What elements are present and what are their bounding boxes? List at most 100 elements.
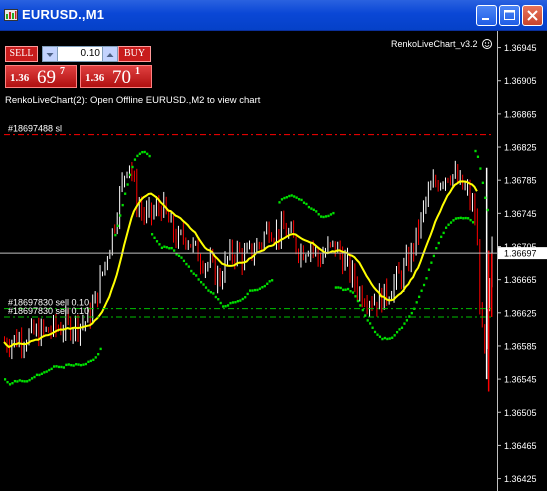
lot-decrease-button[interactable] <box>43 47 58 61</box>
trailing-stop-dot <box>62 366 65 369</box>
trailing-stop-dot <box>425 277 428 280</box>
trailing-stop-dot <box>4 378 7 381</box>
trailing-stop-dot <box>386 337 389 341</box>
trailing-stop-dot <box>405 319 408 322</box>
trailing-stop-dot <box>236 300 239 303</box>
bid-price-box[interactable]: 1.36 69 7 <box>5 65 77 88</box>
trailing-stop-dot <box>452 219 455 222</box>
trailing-stop-dot <box>396 330 399 334</box>
trailing-stop-dot <box>388 337 391 340</box>
trailing-stop-dot <box>8 383 12 386</box>
trailing-stop-dot <box>440 235 443 239</box>
trailing-stop-dot <box>207 289 210 292</box>
trailing-stop-dot <box>50 367 53 371</box>
trailing-stop-dot <box>349 290 352 293</box>
trailing-stop-dot <box>239 299 242 302</box>
trailing-stop-dot <box>430 261 433 264</box>
trailing-stop-dot <box>471 221 475 224</box>
trailing-stop-dot <box>65 363 68 367</box>
trailing-stop-dot <box>234 301 237 304</box>
close-button[interactable] <box>522 5 543 26</box>
lot-size-value: 0.10 <box>80 48 100 59</box>
trailing-stop-dot <box>75 363 78 366</box>
bid-prefix: 1.36 <box>10 72 30 84</box>
trailing-stop-dot <box>136 154 139 158</box>
trailing-stop-dot <box>195 274 198 277</box>
trailing-stop-dot <box>437 241 440 245</box>
trailing-stop-dot <box>182 259 186 263</box>
trailing-stop-dot <box>373 330 377 334</box>
ask-price-box[interactable]: 1.36 70 1 <box>80 65 152 88</box>
trailing-stop-dot <box>53 365 56 368</box>
trailing-stop-dot <box>391 336 394 339</box>
trailing-stop-dot <box>226 304 230 307</box>
trailing-stop-dot <box>310 207 313 210</box>
buy-button[interactable]: BUY <box>118 46 151 62</box>
trailing-stop-dot <box>60 365 63 369</box>
trailing-stop-dot <box>163 245 166 248</box>
trailing-stop-dot <box>315 210 318 213</box>
trailing-stop-dot <box>217 298 220 301</box>
trailing-stop-dot <box>204 286 208 289</box>
trailing-stop-dot <box>43 371 46 374</box>
trailing-stop-dot <box>307 205 310 209</box>
trailing-stop-dot <box>258 287 261 290</box>
trailing-stop-dot <box>268 280 271 283</box>
price-chart[interactable]: #18697488 sl#18697830 sell 0.10#18697830… <box>0 31 547 491</box>
trailing-stop-dot <box>393 334 396 337</box>
trailing-stop-dot <box>197 278 200 281</box>
chevron-up-icon <box>106 53 114 57</box>
trailing-stop-dot <box>351 291 355 294</box>
trailing-stop-dot <box>298 198 301 201</box>
trailing-stop-dot <box>148 154 151 158</box>
close-icon <box>527 10 538 21</box>
minimize-button[interactable] <box>476 5 497 26</box>
trailing-stop-dot <box>253 288 257 292</box>
axis-tick-label: 1.36785 <box>504 176 537 186</box>
axis-tick-label: 1.36745 <box>504 209 537 219</box>
trailing-stop-dot <box>82 363 85 366</box>
trailing-stop-dot <box>13 379 16 383</box>
lot-increase-button[interactable] <box>102 47 117 61</box>
trailing-stop-dot <box>146 152 149 156</box>
trailing-stop-dot <box>469 218 472 222</box>
trailing-stop-dot <box>432 254 435 258</box>
trailing-stop-dot <box>479 167 482 170</box>
trailing-stop-dot <box>224 305 227 308</box>
trailing-stop-dot <box>403 322 406 325</box>
trailing-stop-dot <box>327 214 330 218</box>
trailing-stop-dot <box>119 214 122 217</box>
trailing-stop-dot <box>285 196 288 199</box>
trailing-stop-dot <box>435 247 438 250</box>
trailing-stop-dot <box>70 363 73 367</box>
axis-tick-label: 1.36625 <box>504 308 537 318</box>
trailing-stop-dot <box>361 308 364 312</box>
trailing-stop-dot <box>200 280 203 284</box>
trailing-stop-dot <box>271 279 274 282</box>
trailing-stop-dot <box>97 352 100 356</box>
trailing-stop-dot <box>33 375 36 379</box>
maximize-button[interactable] <box>499 5 520 26</box>
trailing-stop-dot <box>165 246 168 249</box>
order-level-label: #18697830 sell 0.10 <box>8 306 89 316</box>
chart-window-icon <box>4 9 18 21</box>
trailing-stop-dot <box>57 365 61 369</box>
window-title: EURUSD.,M1 <box>22 7 105 22</box>
trailing-stop-dot <box>192 272 195 275</box>
trailing-stop-dot <box>229 301 232 305</box>
trailing-stop-dot <box>329 213 333 216</box>
trailing-stop-dot <box>422 283 426 287</box>
window-titlebar[interactable]: EURUSD.,M1 <box>0 0 547 31</box>
trailing-stop-dot <box>30 377 34 380</box>
trailing-stop-dot <box>459 216 462 220</box>
trailing-stop-dot <box>87 360 90 364</box>
price-axis-bg <box>497 31 547 491</box>
lot-size-input[interactable]: 0.10 <box>42 46 118 62</box>
trailing-stop-dot <box>454 217 457 220</box>
sell-button[interactable]: SELL <box>5 46 38 62</box>
trailing-stop-dot <box>322 215 325 219</box>
trailing-stop-dot <box>317 213 320 216</box>
trailing-stop-dot <box>295 196 298 199</box>
trailing-stop-dot <box>116 224 119 228</box>
trailing-stop-dot <box>427 268 431 271</box>
